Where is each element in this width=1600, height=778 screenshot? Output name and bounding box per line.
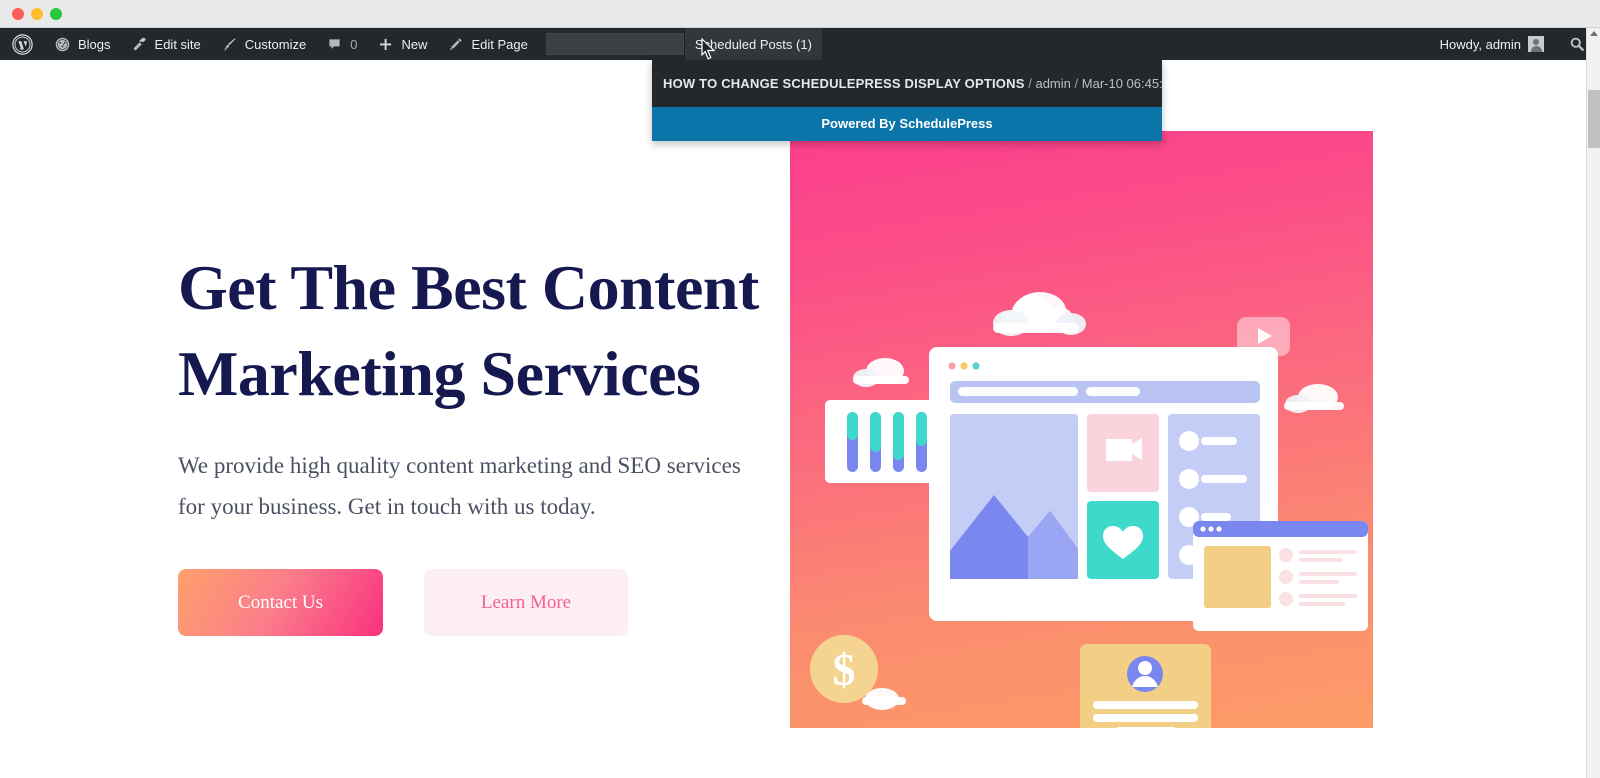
profile-card [1080,644,1211,728]
list-item[interactable]: HOW TO CHANGE SCHEDULEPRESS DISPLAY OPTI… [652,76,1162,92]
scheduled-posts-list: HOW TO CHANGE SCHEDULEPRESS DISPLAY OPTI… [652,60,1162,107]
edit-site-label: Edit site [154,36,201,52]
separator: / [1074,76,1079,91]
wordpress-icon [12,33,33,55]
sidebar-item-edit-page[interactable]: Edit Page [437,28,537,60]
contact-us-button[interactable]: Contact Us [178,569,383,636]
separator: / [1028,76,1032,91]
sidebar-item-comments[interactable]: 0 [316,28,367,60]
scheduled-posts-menu[interactable]: Scheduled Posts (1) [683,28,822,60]
comment-icon [326,36,343,53]
howdy-label: Howdy, admin [1439,36,1521,52]
zoom-window-button[interactable] [50,7,62,20]
learn-more-button[interactable]: Learn More [424,569,628,636]
bar-chart-card [825,400,948,483]
paintbrush-icon [221,36,238,53]
hero-subtitle: We provide high quality content marketin… [178,453,741,519]
close-window-button[interactable] [12,7,24,20]
search-icon [1568,35,1586,53]
sidebar-item-blogs[interactable]: Blogs [44,28,121,60]
hero-section: Get The Best Content Marketing Services … [0,60,1586,778]
scheduled-posts-dropdown: HOW TO CHANGE SCHEDULEPRESS DISPLAY OPTI… [652,60,1162,141]
comments-count: 0 [350,36,358,52]
wp-admin-bar: Blogs Edit site Customize 0 New Edit Pag… [0,28,1600,60]
scheduled-posts-label: Scheduled Posts (1) [694,36,812,52]
wordpress-logo-menu[interactable] [0,28,44,60]
customize-label: Customize [244,36,307,52]
my-account-menu[interactable]: Howdy, admin [1430,28,1554,60]
article-preview-card [1193,521,1368,631]
pencil-icon [447,36,464,53]
new-label: New [401,36,428,52]
browser-titlebar [0,0,1600,28]
minimize-window-button[interactable] [31,7,43,20]
adminbar-right-group: Howdy, admin [1430,28,1600,60]
scheduled-post-date: Mar-10 06:45:am [1081,76,1162,91]
avatar [1528,36,1544,52]
adminbar-loading-placeholder [545,33,684,55]
scroll-up-arrow-icon[interactable] [1590,31,1598,36]
page-scrollbar[interactable] [1586,28,1600,778]
blogs-label: Blogs [78,36,111,52]
page-title: Get The Best Content Marketing Services [178,252,759,409]
sidebar-item-edit-site[interactable]: Edit site [121,28,211,60]
sidebar-item-new[interactable]: New [367,28,437,60]
sidebar-item-customize[interactable]: Customize [211,28,316,60]
content-marketing-illustration: $ [790,131,1373,728]
scrollbar-thumb[interactable] [1588,90,1600,148]
dollar-coin-icon: $ [810,635,906,710]
plus-icon [377,36,394,53]
scheduled-post-title[interactable]: HOW TO CHANGE SCHEDULEPRESS DISPLAY OPTI… [663,76,1025,91]
adminbar-spacer [822,28,1430,60]
edit-page-label: Edit Page [471,36,528,52]
page-viewport: Get The Best Content Marketing Services … [0,60,1586,778]
hammer-icon [131,36,148,53]
scheduled-post-author: admin [1035,76,1071,91]
svg-text:$: $ [833,644,856,695]
hero-text-block: Get The Best Content Marketing Services … [178,245,778,636]
window-controls [12,7,62,20]
hero-cta-group: Contact Us Learn More [178,569,778,636]
dashboard-icon [54,36,71,53]
schedulepress-footer[interactable]: Powered By SchedulePress [652,107,1162,141]
